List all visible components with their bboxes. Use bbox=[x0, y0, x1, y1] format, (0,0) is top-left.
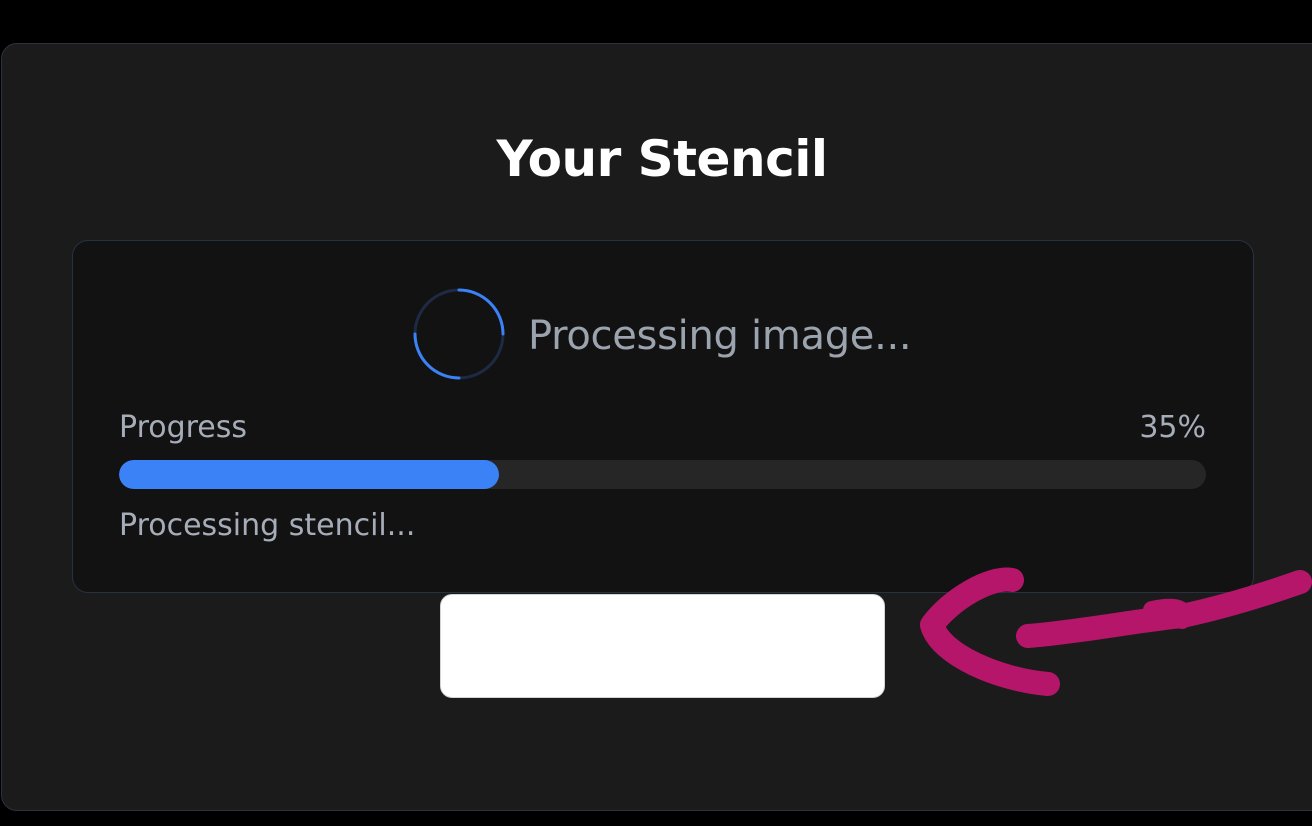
hand-drawn-arrow-icon bbox=[920, 567, 1312, 696]
processing-message: Processing image... bbox=[528, 313, 912, 359]
progress-bar bbox=[119, 460, 1206, 489]
status-message: Processing stencil... bbox=[119, 508, 416, 543]
progress-percentage: 35% bbox=[1139, 410, 1206, 445]
progress-label: Progress bbox=[119, 410, 248, 445]
progress-bar-fill bbox=[119, 460, 500, 489]
action-button[interactable] bbox=[440, 594, 885, 698]
loading-spinner-icon bbox=[413, 288, 505, 380]
page-title: Your Stencil bbox=[496, 130, 828, 188]
